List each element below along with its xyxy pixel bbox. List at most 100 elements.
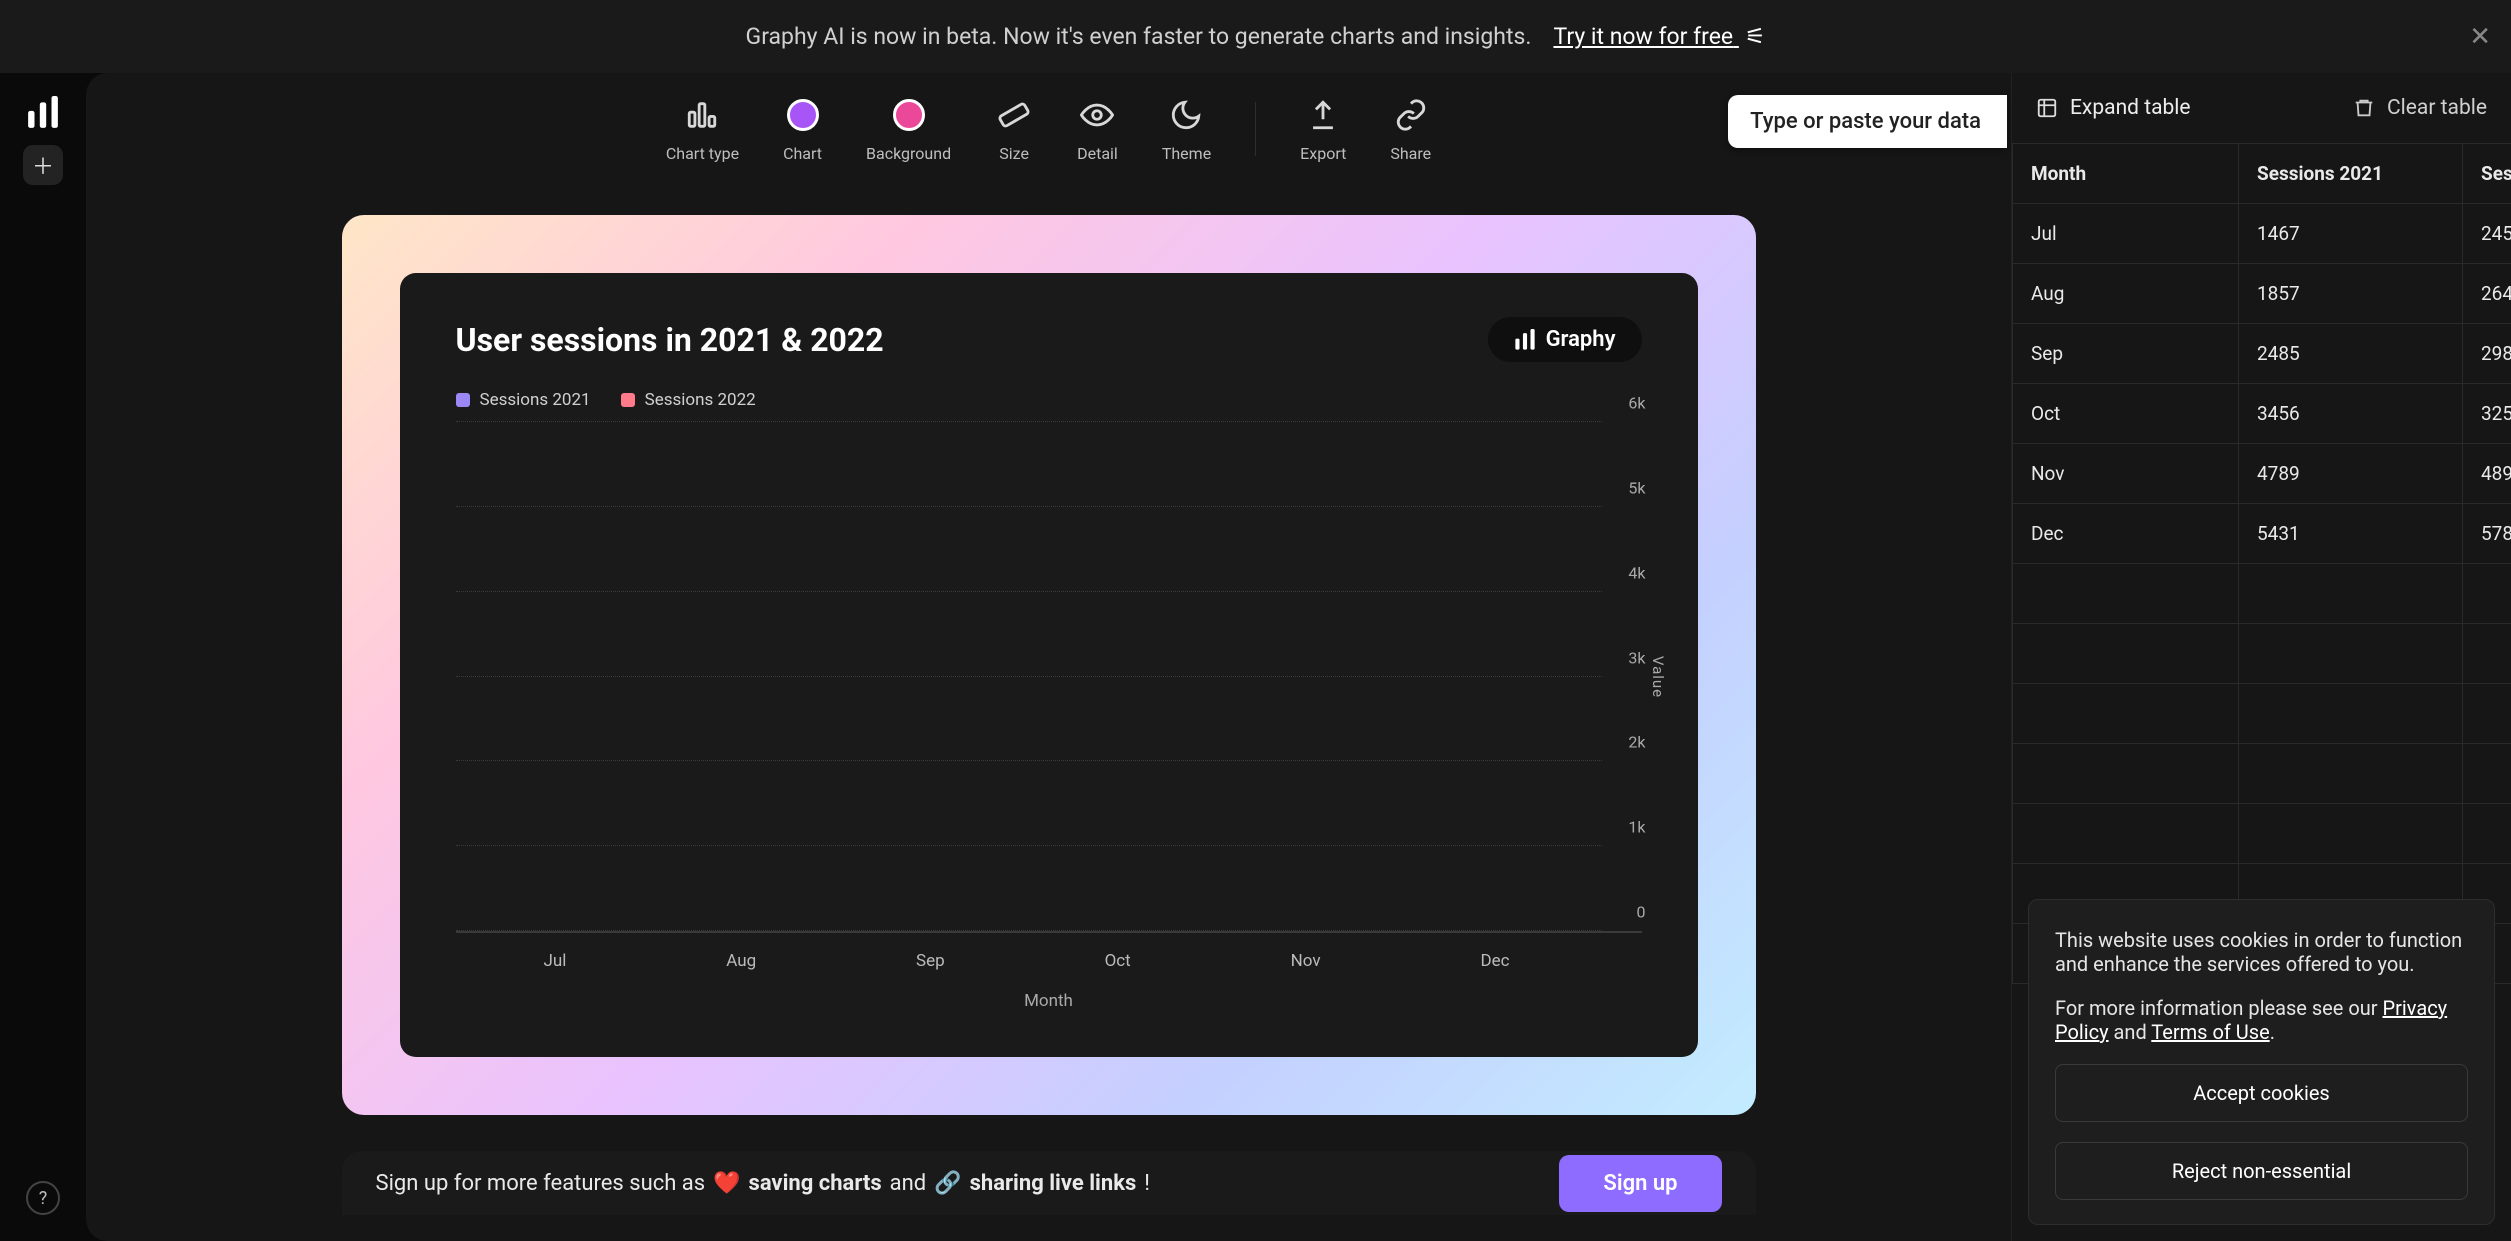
x-tick-label: Jul: [543, 951, 566, 971]
grid-line: [456, 930, 1602, 931]
tool-chart-type[interactable]: Chart type: [666, 96, 739, 163]
close-icon[interactable]: ✕: [2469, 22, 2491, 52]
table-row[interactable]: Sep2485298: [2013, 324, 2511, 384]
table-header[interactable]: Month: [2013, 144, 2239, 204]
table-cell[interactable]: [2013, 624, 2239, 684]
table-cell[interactable]: Jul: [2013, 204, 2239, 264]
y-tick-label: 2k: [1628, 733, 1645, 752]
tool-theme[interactable]: Theme: [1162, 96, 1211, 163]
table-row[interactable]: [2013, 684, 2511, 744]
x-tick-label: Oct: [1105, 951, 1131, 971]
link-icon: [1392, 96, 1430, 134]
table-row[interactable]: [2013, 804, 2511, 864]
tool-size[interactable]: Size: [995, 96, 1033, 163]
table-cell[interactable]: [2239, 564, 2463, 624]
grid-line: [456, 676, 1602, 677]
chart-title[interactable]: User sessions in 2021 & 2022: [456, 321, 884, 359]
table-cell[interactable]: 2485: [2239, 324, 2463, 384]
table-cell[interactable]: [2463, 564, 2511, 624]
x-axis-ticks: JulAugSepOctNovDec: [456, 933, 1642, 971]
table-cell[interactable]: [2013, 744, 2239, 804]
legend-item[interactable]: Sessions 2021: [456, 390, 591, 410]
table-cell[interactable]: [2239, 624, 2463, 684]
table-cell[interactable]: Nov: [2013, 444, 2239, 504]
table-cell[interactable]: 489: [2463, 444, 2511, 504]
table-cell[interactable]: [2463, 684, 2511, 744]
table-cell[interactable]: 578: [2463, 504, 2511, 564]
table-header[interactable]: Sessions 2021: [2239, 144, 2463, 204]
table-cell[interactable]: [2013, 804, 2239, 864]
legend-item[interactable]: Sessions 2022: [621, 390, 756, 410]
upload-icon: [1304, 96, 1342, 134]
table-cell[interactable]: 298: [2463, 324, 2511, 384]
tool-detail-label: Detail: [1077, 144, 1118, 163]
table-cell[interactable]: [2239, 804, 2463, 864]
data-table[interactable]: MonthSessions 2021Ses Jul1467245Aug18572…: [2012, 143, 2511, 984]
tool-theme-label: Theme: [1162, 144, 1211, 163]
table-cell[interactable]: 4789: [2239, 444, 2463, 504]
reject-cookies-button[interactable]: Reject non-essential: [2055, 1142, 2468, 1200]
add-chart-button[interactable]: ＋: [23, 145, 63, 185]
tool-chart-color[interactable]: Chart: [783, 96, 822, 163]
table-row[interactable]: [2013, 744, 2511, 804]
table-row[interactable]: Nov4789489: [2013, 444, 2511, 504]
chart-card: User sessions in 2021 & 2022 Graphy: [342, 215, 1756, 1115]
table-cell[interactable]: 264: [2463, 264, 2511, 324]
table-cell[interactable]: Sep: [2013, 324, 2239, 384]
grid-line: [456, 845, 1602, 846]
table-cell[interactable]: 245: [2463, 204, 2511, 264]
table-row[interactable]: [2013, 624, 2511, 684]
table-cell[interactable]: 1467: [2239, 204, 2463, 264]
table-row[interactable]: Aug1857264: [2013, 264, 2511, 324]
table-cell[interactable]: 1857: [2239, 264, 2463, 324]
cookie-text-part: .: [2270, 1020, 2275, 1044]
chart-stage: User sessions in 2021 & 2022 Graphy: [86, 185, 2011, 1241]
table-row[interactable]: Oct3456325: [2013, 384, 2511, 444]
signup-button[interactable]: Sign up: [1559, 1155, 1721, 1212]
signup-text: Sign up for more features such as: [376, 1171, 706, 1196]
help-button[interactable]: ?: [26, 1181, 60, 1215]
table-header[interactable]: Ses: [2463, 144, 2511, 204]
signup-button-label: Sign up: [1603, 1171, 1677, 1196]
data-panel: Expand table Clear table MonthSessions 2…: [2011, 73, 2511, 1241]
tool-share[interactable]: Share: [1390, 96, 1431, 163]
tool-chart-type-label: Chart type: [666, 144, 739, 163]
signup-feature: saving charts: [749, 1171, 882, 1196]
plus-icon: ＋: [32, 149, 54, 181]
table-cell[interactable]: [2463, 624, 2511, 684]
terms-of-use-link[interactable]: Terms of Use: [2151, 1020, 2269, 1044]
table-cell[interactable]: [2013, 684, 2239, 744]
table-cell[interactable]: Oct: [2013, 384, 2239, 444]
table-cell[interactable]: [2239, 684, 2463, 744]
banner-cta-link[interactable]: Try it now for free ⚟: [1553, 23, 1765, 50]
tool-share-label: Share: [1390, 144, 1431, 163]
accept-cookies-button[interactable]: Accept cookies: [2055, 1064, 2468, 1122]
app-logo[interactable]: [25, 95, 61, 131]
table-cell[interactable]: [2239, 744, 2463, 804]
table-cell[interactable]: [2013, 564, 2239, 624]
table-row[interactable]: Jul1467245: [2013, 204, 2511, 264]
tool-detail[interactable]: Detail: [1077, 96, 1118, 163]
table-row[interactable]: Dec5431578: [2013, 504, 2511, 564]
expand-table-button[interactable]: Expand table: [2036, 96, 2191, 120]
workspace: Chart type Chart Background Size: [86, 73, 2011, 1241]
tool-export[interactable]: Export: [1300, 96, 1346, 163]
table-cell[interactable]: Aug: [2013, 264, 2239, 324]
tool-background-color[interactable]: Background: [866, 96, 951, 163]
table-cell[interactable]: 325: [2463, 384, 2511, 444]
table-row[interactable]: [2013, 564, 2511, 624]
table-cell[interactable]: [2463, 804, 2511, 864]
legend-swatch-icon: [621, 393, 635, 407]
cookie-text-part: and: [2109, 1020, 2152, 1044]
y-tick-label: 3k: [1628, 648, 1645, 667]
x-axis-label: Month: [456, 991, 1642, 1011]
beta-banner: Graphy AI is now in beta. Now it's even …: [0, 0, 2511, 73]
paste-data-hint[interactable]: Type or paste your data: [1728, 95, 2007, 148]
clear-table-label: Clear table: [2387, 96, 2487, 120]
clear-table-button[interactable]: Clear table: [2353, 96, 2487, 120]
table-cell[interactable]: 3456: [2239, 384, 2463, 444]
moon-icon: [1167, 96, 1205, 134]
table-cell[interactable]: Dec: [2013, 504, 2239, 564]
table-cell[interactable]: 5431: [2239, 504, 2463, 564]
table-cell[interactable]: [2463, 744, 2511, 804]
